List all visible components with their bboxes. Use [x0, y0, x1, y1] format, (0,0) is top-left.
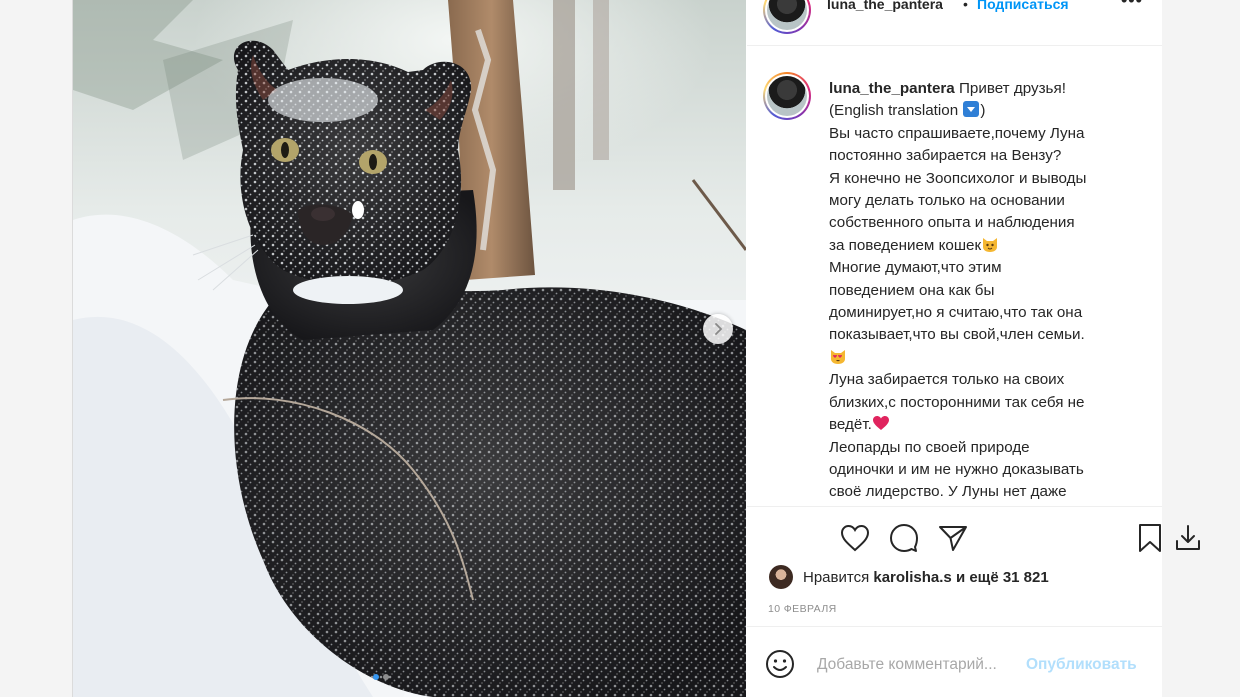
comment-button[interactable]: [887, 521, 921, 555]
english-translation-link[interactable]: (English translation: [829, 102, 958, 119]
caption-line: одиночки и им не нужно доказывать: [829, 460, 1084, 478]
caption-line-text: Привет друзья!: [959, 80, 1066, 97]
next-photo-button[interactable]: [703, 314, 733, 344]
red-heart-emoji-icon: [872, 416, 889, 431]
publish-button[interactable]: Опубликовать: [1026, 656, 1137, 674]
caption-line: могу делать только на основании: [829, 192, 1065, 210]
more-options-icon[interactable]: •••: [1121, 0, 1143, 11]
emoji-picker-button[interactable]: [765, 649, 795, 684]
like-button[interactable]: [838, 521, 872, 555]
caption-line: Леопарды по своей природе: [829, 438, 1030, 456]
caption-line: (English translation ): [829, 100, 1139, 122]
caption-line: поведением она как бы: [829, 281, 995, 299]
down-arrow-emoji-icon: [963, 101, 980, 118]
header-separator: •: [963, 0, 968, 12]
likes-prefix: Нравится: [803, 568, 870, 586]
panther-in-snow-image: [73, 0, 746, 697]
comment-input[interactable]: Добавьте комментарий...: [817, 656, 997, 674]
caption-line: [829, 347, 1139, 369]
caption-line: постоянно забирается на Вензу?: [829, 147, 1062, 165]
heart-eyes-cat-emoji-icon: [831, 349, 845, 364]
caption-line: собственного опыта и наблюдения: [829, 214, 1075, 232]
caption-line: Луна забирается только на своих: [829, 371, 1065, 389]
post-photo[interactable]: [73, 0, 746, 697]
caption-line: показывает,что вы свой,член семьи.: [829, 326, 1085, 344]
carousel-dot: [383, 674, 389, 680]
caption-line: Я конечно не Зоопсихолог и выводы: [829, 169, 1087, 187]
bookmark-icon: [1139, 524, 1161, 552]
smiley-icon: [766, 650, 794, 678]
instagram-post: luna_the_pantera • Подписаться ••• luna_…: [72, 0, 1200, 697]
caption-line: доминирует,но я считаю,что так она: [829, 304, 1083, 322]
caption-line: за поведением кошек: [829, 235, 1139, 257]
caption-username[interactable]: luna_the_pantera: [829, 80, 955, 97]
comment-box: Добавьте комментарий... Опубликовать: [747, 628, 1162, 697]
author-avatar[interactable]: [763, 0, 811, 34]
comment-icon: [890, 524, 918, 552]
caption-line: Многие думают,что этим: [829, 259, 1002, 277]
caption-line: близких,с посторонними так себя не: [829, 393, 1085, 411]
cat-emoji-icon: [983, 237, 998, 252]
caption-text: luna_the_pantera Привет друзья! (English…: [829, 78, 1139, 504]
likes-summary: Нравится karolisha.s и ещё 31 821: [769, 565, 1049, 589]
caption-line-text: за поведением кошек: [829, 236, 982, 254]
post-header: luna_the_pantera • Подписаться •••: [747, 0, 1162, 46]
likes-count[interactable]: и ещё 31 821: [956, 569, 1049, 586]
carousel-dot: [373, 674, 379, 680]
save-button[interactable]: [1133, 521, 1167, 555]
post-actions: Нравится karolisha.s и ещё 31 821 10 ФЕВ…: [747, 507, 1200, 627]
caption-line: ведёт.: [829, 414, 1139, 436]
caption-line: luna_the_pantera Привет друзья!: [829, 78, 1139, 100]
heart-icon: [840, 524, 870, 552]
liker-avatar[interactable]: [769, 565, 793, 589]
caption-paren: ): [980, 102, 986, 120]
author-username[interactable]: luna_the_pantera: [827, 0, 943, 12]
follow-button[interactable]: Подписаться: [977, 0, 1069, 12]
carousel-dots: [373, 674, 389, 680]
liker-username[interactable]: karolisha.s: [873, 569, 951, 586]
caption-avatar[interactable]: [763, 72, 811, 120]
paper-plane-icon: [939, 526, 967, 551]
post-side-panel: luna_the_pantera • Подписаться ••• luna_…: [747, 0, 1200, 697]
caption-line: своё лидерство. У Луны нет даже: [829, 483, 1067, 501]
post-date[interactable]: 10 ФЕВРАЛЯ: [768, 603, 837, 615]
caption-line-text: ведёт.: [829, 416, 872, 434]
post-caption: luna_the_pantera Привет друзья! (English…: [747, 47, 1162, 507]
caption-line: Вы часто спрашиваете,почему Луна: [829, 124, 1085, 142]
download-icon: [1176, 525, 1200, 550]
download-button[interactable]: [1171, 521, 1205, 555]
share-button[interactable]: [936, 521, 970, 555]
chevron-right-icon: [715, 323, 723, 335]
